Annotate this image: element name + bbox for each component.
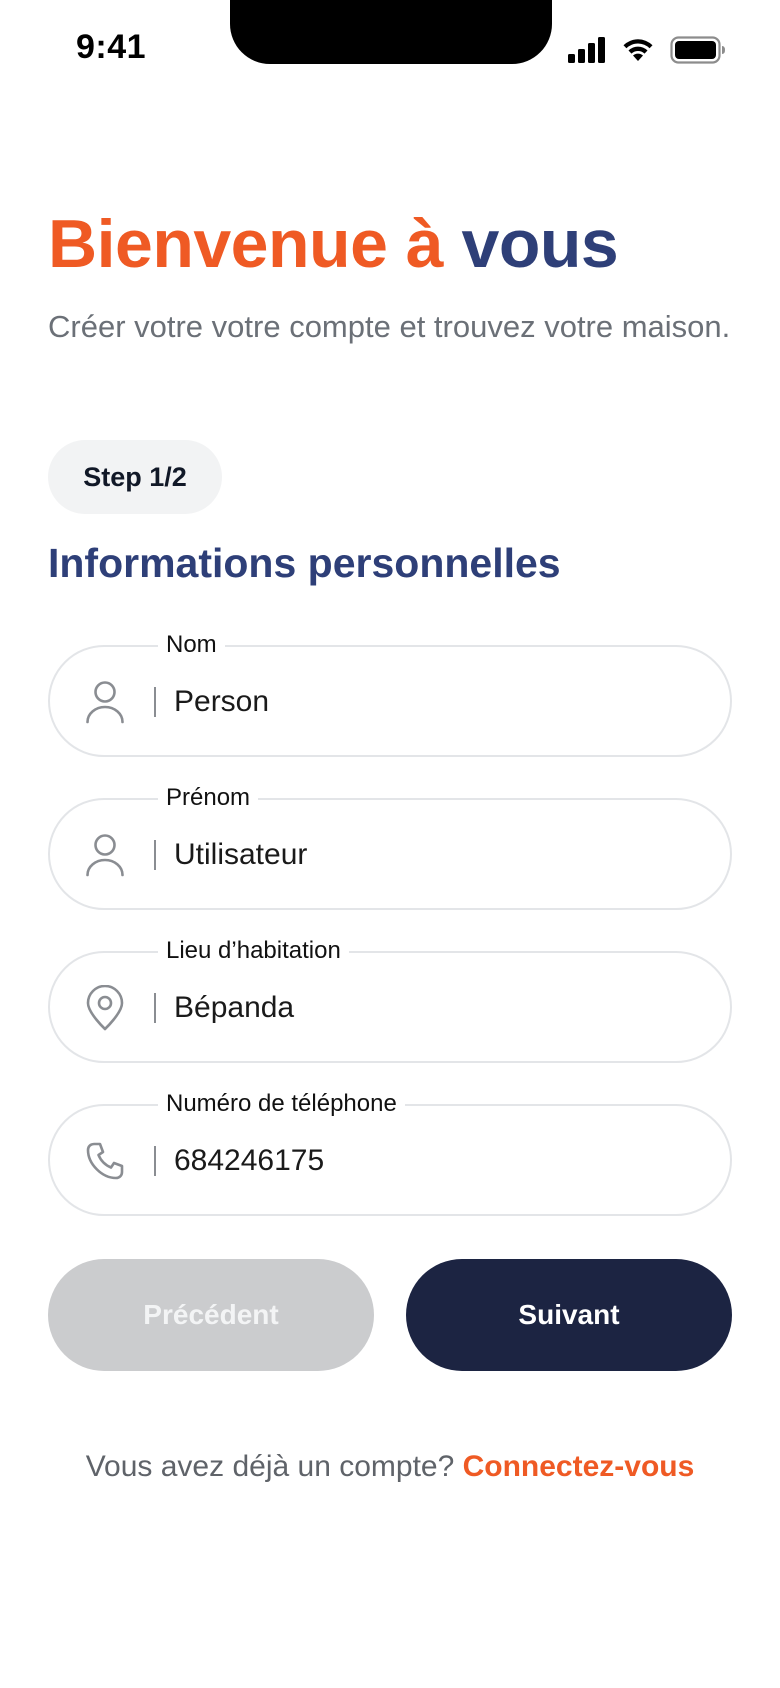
nom-input[interactable] (174, 677, 694, 727)
previous-button[interactable]: Précédent (48, 1259, 374, 1371)
field-divider (154, 993, 156, 1023)
step-indicator: Step 1/2 (48, 440, 222, 514)
lieu-field[interactable]: Lieu d’habitation (48, 937, 732, 1063)
location-pin-icon (84, 985, 126, 1031)
user-icon (84, 680, 126, 724)
lieu-input[interactable] (174, 983, 694, 1033)
prenom-input[interactable] (174, 830, 694, 880)
login-link[interactable]: Connectez-vous (463, 1450, 695, 1483)
field-divider (154, 840, 156, 870)
field-divider (154, 687, 156, 717)
next-button[interactable]: Suivant (406, 1259, 732, 1371)
prenom-field[interactable]: Prénom (48, 784, 732, 910)
prenom-label: Prénom (158, 784, 259, 812)
title-highlight: Bienvenue à (48, 206, 462, 282)
phone-icon (84, 1139, 126, 1183)
device-notch (230, 0, 552, 64)
lieu-label: Lieu d’habitation (158, 937, 349, 965)
signal-icon (568, 37, 606, 68)
nom-field[interactable]: Nom (48, 631, 732, 757)
phone-label: Numéro de téléphone (158, 1090, 405, 1118)
login-prompt: Vous avez déjà un compte? Connectez-vous (0, 1450, 780, 1484)
status-time: 9:41 (76, 28, 147, 66)
page-subtitle: Créer votre votre compte et trouvez votr… (48, 309, 731, 344)
page-title: Bienvenue à vous (48, 205, 619, 283)
user-icon (84, 833, 126, 877)
phone-input[interactable] (174, 1136, 694, 1186)
wifi-icon (620, 37, 656, 68)
field-divider (154, 1146, 156, 1176)
battery-icon (670, 36, 726, 69)
login-prompt-text: Vous avez déjà un compte? (85, 1450, 463, 1483)
status-icons (568, 36, 726, 69)
title-emphasis: vous (461, 206, 619, 282)
phone-field[interactable]: Numéro de téléphone (48, 1090, 732, 1216)
nom-label: Nom (158, 631, 225, 659)
status-bar: 9:41 (0, 0, 780, 100)
section-title: Informations personnelles (48, 540, 561, 586)
